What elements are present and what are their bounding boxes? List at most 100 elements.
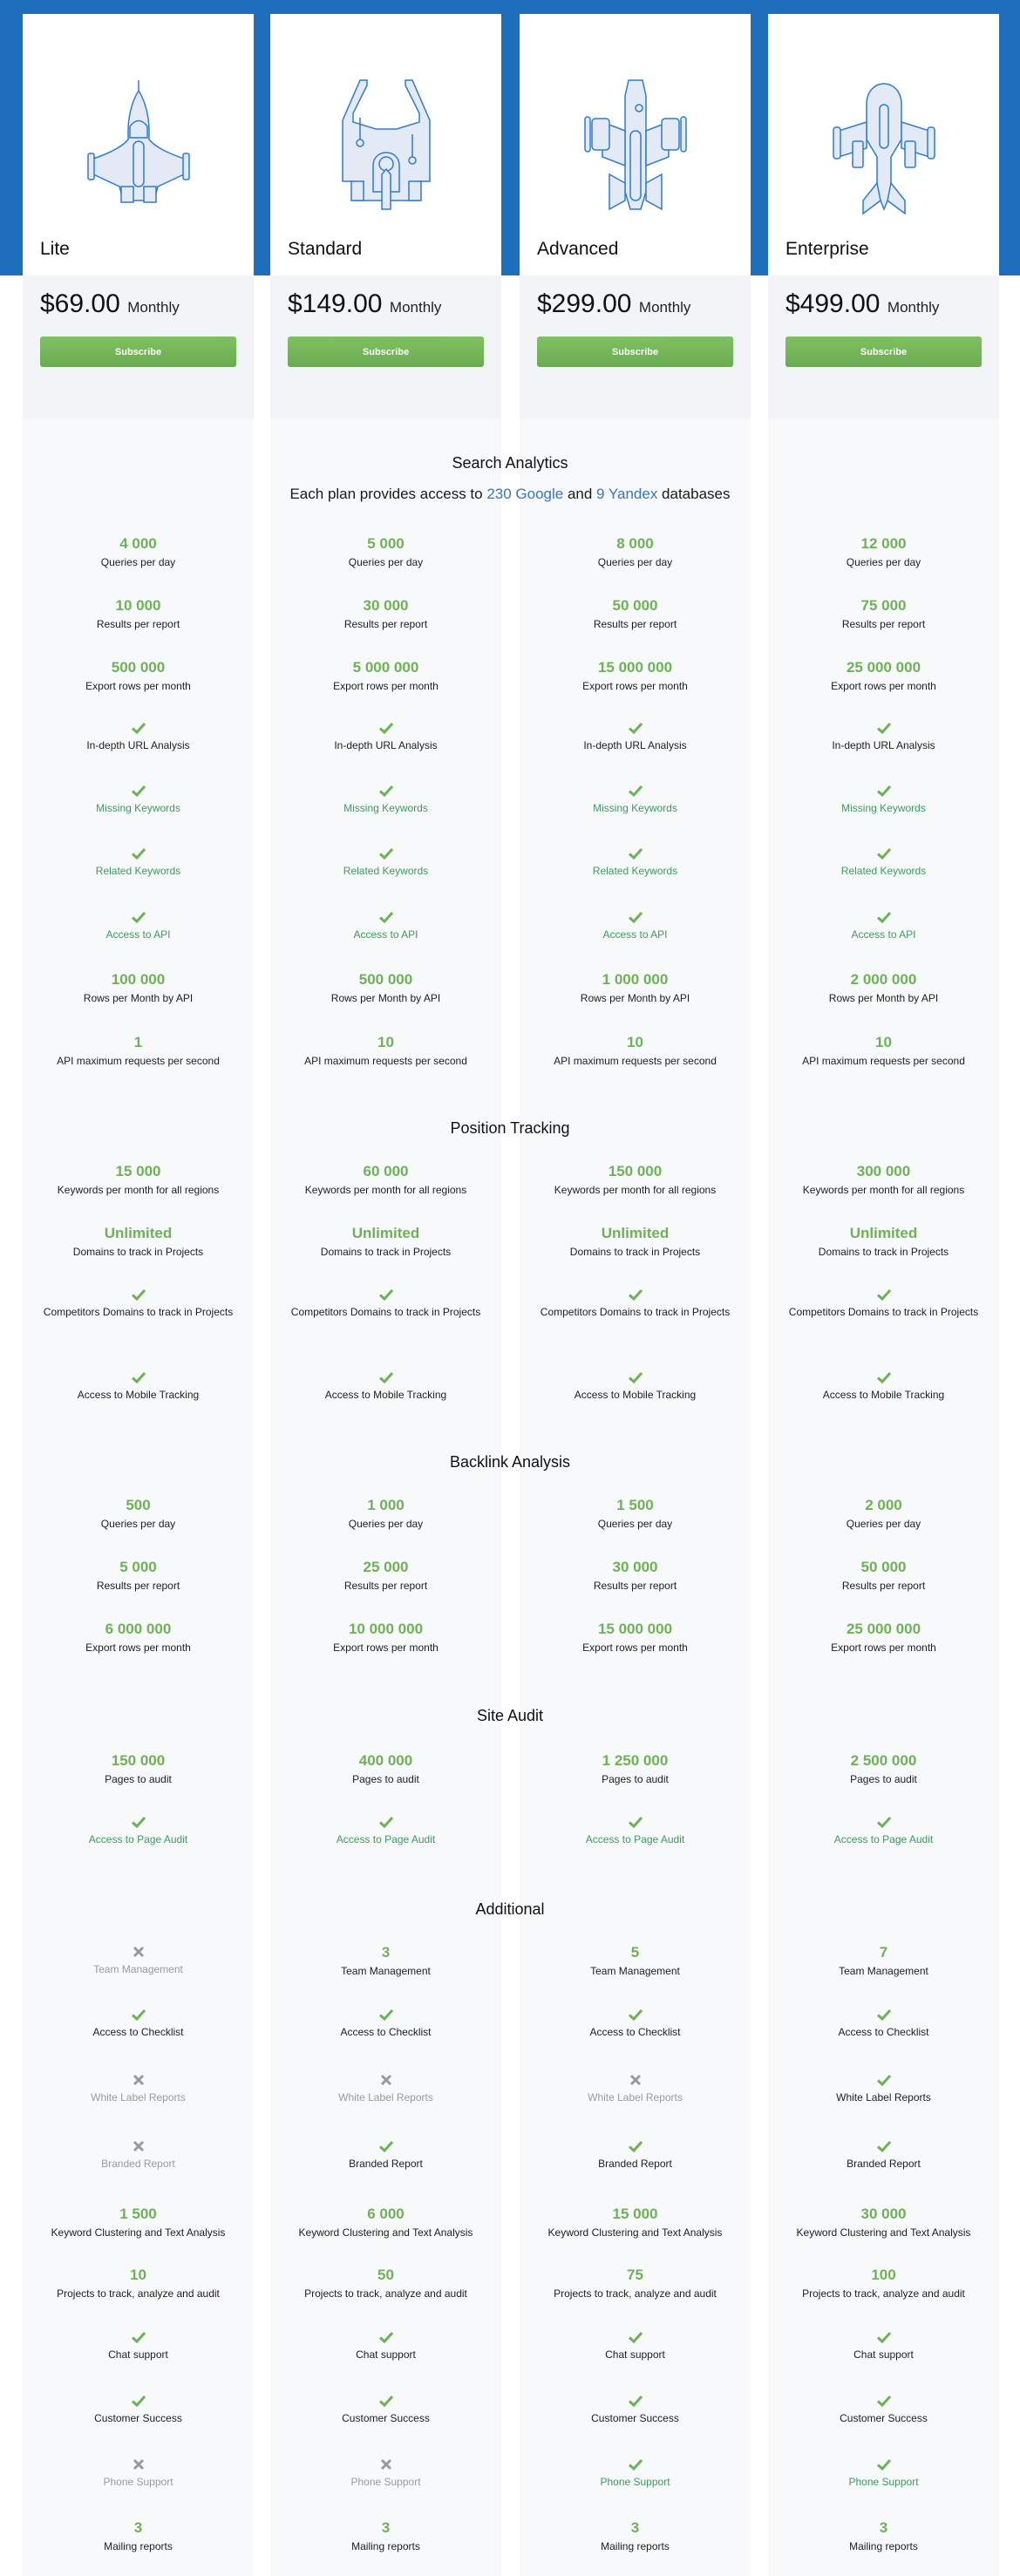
feature-cell: 3 Mailing reports <box>520 2519 751 2554</box>
feature-cell: 10 000 000 Export rows per month <box>270 1621 501 1655</box>
feature-value: 15 000 000 <box>597 1621 673 1637</box>
check-icon <box>876 847 891 860</box>
feature-cell: 5 Team Management <box>520 1944 751 1979</box>
feature-cell: Chat support <box>270 2329 501 2362</box>
subscribe-button-advanced[interactable]: Subscribe <box>537 336 733 367</box>
feature-label: White Label Reports <box>91 2091 186 2104</box>
feature-value: 500 000 <box>111 659 166 676</box>
feature-cell: Customer Success <box>520 2393 751 2426</box>
feature-value: 100 000 <box>111 971 166 988</box>
feature-value: 50 <box>377 2267 394 2283</box>
feature-cell: Access to API <box>23 909 254 942</box>
feature-cell: 150 000 Keywords per month for all region… <box>520 1163 751 1198</box>
feature-label: Access to Mobile Tracking <box>574 1389 697 1401</box>
check-icon <box>876 1288 891 1302</box>
feature-label: Results per report <box>593 618 677 630</box>
feature-label: Domains to track in Projects <box>818 1246 949 1258</box>
check-icon <box>628 1371 643 1384</box>
feature-cell: 25 000 000 Export rows per month <box>768 659 999 694</box>
feature-label: Projects to track, analyze and audit <box>304 2287 467 2300</box>
feature-label: Access to API <box>851 928 916 941</box>
feature-cell: Access to Mobile Tracking <box>23 1370 254 1403</box>
check-icon <box>876 2331 891 2344</box>
feature-cell: 1 250 000 Pages to audit <box>520 1752 751 1787</box>
check-icon <box>876 2458 891 2471</box>
feature-value: 150 000 <box>111 1752 166 1769</box>
feature-label: Results per report <box>593 1580 677 1592</box>
subscribe-button-standard[interactable]: Subscribe <box>288 336 484 367</box>
feature-value: 3 <box>133 2519 143 2536</box>
feature-label: Related Keywords <box>592 865 678 877</box>
feature-label: Export rows per month <box>333 1641 439 1654</box>
cross-icon <box>133 1946 144 1958</box>
feature-label: Access to Page Audit <box>88 1833 188 1845</box>
price-period: Monthly <box>127 299 180 316</box>
feature-label: Keyword Clustering and Text Analysis <box>298 2226 473 2239</box>
feature-cell: 300 000 Keywords per month for all region… <box>768 1163 999 1198</box>
feature-value: 8 000 <box>616 535 654 552</box>
price: $499.00 Monthly <box>785 289 939 319</box>
feature-cell: Team Management <box>23 1944 254 1977</box>
feature-cell: Competitors Domains to track in Projects <box>270 1287 501 1320</box>
feature-value: Unlimited <box>601 1225 670 1241</box>
subtitle-text: Each plan provides access to <box>289 486 487 502</box>
feature-cell: White Label Reports <box>768 2072 999 2105</box>
feature-label: Results per report <box>841 618 926 630</box>
feature-label: Chat support <box>108 2348 168 2361</box>
feature-cell: 1 500 Keyword Clustering and Text Analysi… <box>23 2206 254 2240</box>
feature-cell: Phone Support <box>270 2457 501 2490</box>
feature-cell: Customer Success <box>768 2393 999 2426</box>
feature-value: 25 000 000 <box>846 659 921 676</box>
feature-value: 500 000 <box>358 971 413 988</box>
google-databases-link[interactable]: 230 Google <box>486 486 563 502</box>
feature-cell: Related Keywords <box>270 846 501 879</box>
check-icon <box>378 847 393 860</box>
check-icon <box>876 2140 891 2153</box>
check-icon <box>628 2395 643 2408</box>
check-icon <box>876 2074 891 2087</box>
feature-label: Branded Report <box>598 2158 672 2170</box>
feature-value: 500 <box>126 1497 151 1513</box>
feature-label: Access to API <box>353 928 418 941</box>
feature-label: Mailing reports <box>104 2540 173 2552</box>
feature-cell: Missing Keywords <box>520 783 751 816</box>
yandex-databases-link[interactable]: 9 Yandex <box>596 486 657 502</box>
feature-cell: 15 000 000 Export rows per month <box>520 659 751 694</box>
feature-label: Access to Mobile Tracking <box>822 1389 945 1401</box>
feature-label: Customer Success <box>840 2412 928 2424</box>
subtitle-text: and <box>563 486 597 502</box>
subscribe-button-enterprise[interactable]: Subscribe <box>785 336 982 367</box>
feature-cell: Missing Keywords <box>270 783 501 816</box>
feature-value: 30 000 <box>612 1559 658 1575</box>
feature-label: Access to Mobile Tracking <box>77 1389 200 1401</box>
feature-label: Access to Checklist <box>838 2026 929 2038</box>
feature-value: 1 000 <box>367 1497 405 1513</box>
feature-cell: 12 000 Queries per day <box>768 535 999 570</box>
feature-label: Export rows per month <box>582 1641 688 1654</box>
check-icon <box>876 1816 891 1829</box>
feature-cell: 3 Mailing reports <box>23 2519 254 2554</box>
feature-cell: Chat support <box>23 2329 254 2362</box>
feature-cell: Unlimited Domains to track in Projects <box>520 1225 751 1260</box>
feature-label: Access to Page Audit <box>833 1833 934 1845</box>
check-icon <box>131 2395 146 2408</box>
feature-label: Related Keywords <box>343 865 429 877</box>
feature-value: 60 000 <box>363 1163 409 1179</box>
check-icon <box>131 722 146 735</box>
feature-cell: 75 000 Results per report <box>768 597 999 632</box>
section-title-position-tracking: Position Tracking <box>450 1119 570 1137</box>
cross-icon <box>380 2074 391 2086</box>
check-icon <box>628 2140 643 2153</box>
feature-label: Domains to track in Projects <box>569 1246 701 1258</box>
feature-label: Customer Success <box>94 2412 182 2424</box>
feature-cell: Access to Page Audit <box>23 1814 254 1847</box>
feature-cell: 1 API maximum requests per second <box>23 1034 254 1069</box>
subscribe-button-lite[interactable]: Subscribe <box>40 336 236 367</box>
feature-value: 5 000 000 <box>352 659 419 676</box>
feature-label: Projects to track, analyze and audit <box>57 2287 220 2300</box>
feature-value: 2 000 <box>865 1497 902 1513</box>
feature-label: White Label Reports <box>338 2091 433 2104</box>
subtitle-text: databases <box>657 486 731 502</box>
feature-label: Projects to track, analyze and audit <box>802 2287 965 2300</box>
feature-value: 5 <box>630 1944 640 1961</box>
